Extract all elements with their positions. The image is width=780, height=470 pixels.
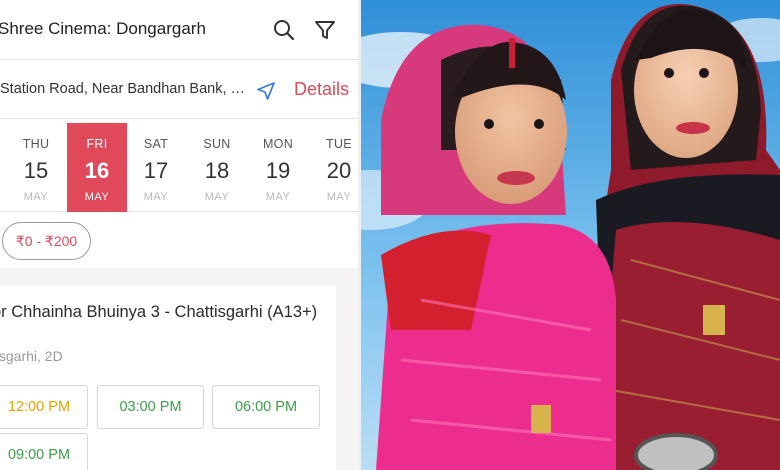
cinema-address-row: Station Road, Near Bandhan Bank, Dongarg… <box>0 61 358 119</box>
date-weekday: SAT <box>143 137 169 151</box>
date-day: 18 <box>204 158 230 183</box>
date-option[interactable]: SUN 18 MAY <box>187 123 247 212</box>
search-icon[interactable] <box>272 18 296 42</box>
movie-poster-image <box>361 0 780 470</box>
date-option[interactable]: FRI 16 MAY <box>67 123 127 212</box>
date-month: MAY <box>143 191 169 203</box>
cinema-title: Shree Cinema: Dongargarh <box>0 19 206 38</box>
date-month: MAY <box>265 191 291 203</box>
filter-icon[interactable] <box>313 18 337 42</box>
showtime-button[interactable]: 12:00 PM <box>0 385 88 429</box>
date-month: MAY <box>84 191 110 203</box>
date-day: 20 <box>326 158 352 183</box>
app-header: Shree Cinema: Dongargarh <box>0 0 358 60</box>
date-option[interactable]: SAT 17 MAY <box>126 123 186 212</box>
showtime-button[interactable]: 03:00 PM <box>97 385 204 429</box>
movie-language-format: ttisgarhi, 2D <box>0 348 63 364</box>
date-weekday: MON <box>262 137 294 151</box>
date-option[interactable]: MON 19 MAY <box>248 123 308 212</box>
date-option[interactable]: TUE 20 MAY <box>309 123 358 212</box>
date-day: 19 <box>265 158 291 183</box>
date-weekday: THU <box>22 137 50 151</box>
date-month: MAY <box>23 191 49 203</box>
date-day: 15 <box>23 158 49 183</box>
showtime-button[interactable]: 09:00 PM <box>0 433 88 470</box>
date-weekday: SUN <box>203 137 231 151</box>
showtime-button[interactable]: 06:00 PM <box>212 385 320 429</box>
date-month: MAY <box>204 191 230 203</box>
cinema-address: Station Road, Near Bandhan Bank, Dongarg… <box>0 81 246 97</box>
date-month: MAY <box>326 191 352 203</box>
cinema-showtimes-panel: Shree Cinema: Dongargarh Station Road, N… <box>0 0 358 470</box>
navigation-arrow-icon[interactable] <box>255 80 277 102</box>
price-filter-chip[interactable]: ₹0 - ₹200 <box>2 222 91 260</box>
date-option[interactable]: THU 15 MAY <box>6 123 66 212</box>
date-weekday: FRI <box>86 137 108 151</box>
date-weekday: TUE <box>326 137 352 151</box>
date-day: 17 <box>143 158 169 183</box>
movie-title[interactable]: or Chhainha Bhuinya 3 - Chattisgarhi (A1… <box>0 300 322 324</box>
date-selector: THU 15 MAY FRI 16 MAY SAT 17 MAY SUN 18 MAY MON 19 MAY… <box>0 120 358 212</box>
date-day: 16 <box>84 158 110 183</box>
details-link[interactable]: Details <box>294 79 349 100</box>
